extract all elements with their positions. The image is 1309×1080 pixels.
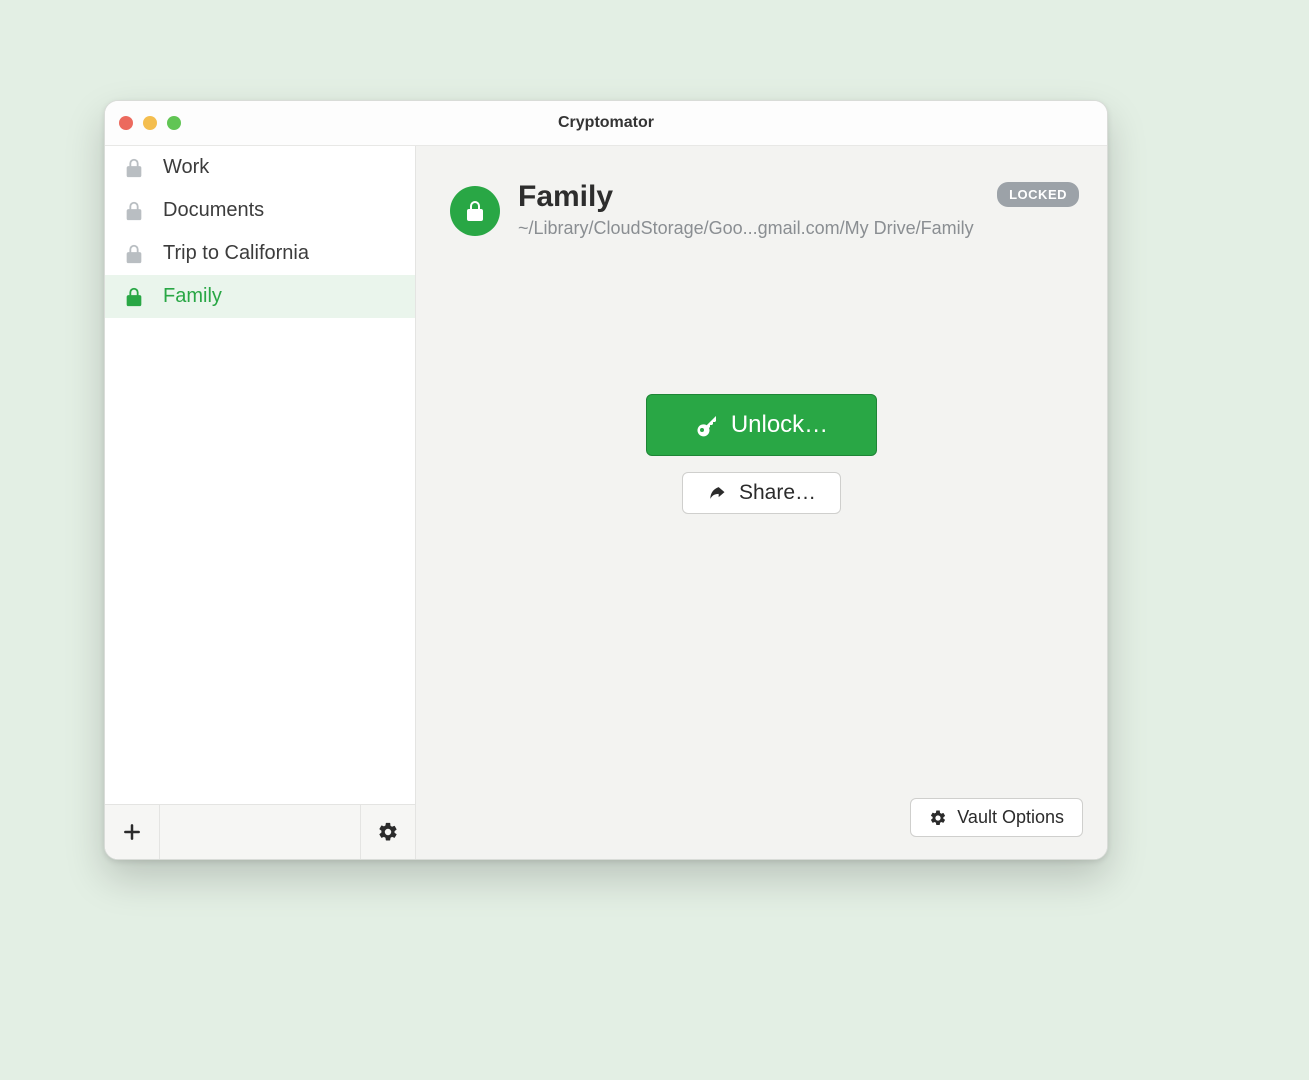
sidebar-item-label: Trip to California [163,242,309,265]
lock-icon [463,199,487,223]
zoom-window-button[interactable] [167,116,181,130]
status-badge: LOCKED [997,182,1079,207]
lock-icon [123,243,145,265]
vault-options-button[interactable]: Vault Options [910,798,1083,837]
sidebar-item-vault[interactable]: Documents [105,189,415,232]
lock-icon [123,157,145,179]
share-button[interactable]: Share… [682,472,841,514]
preferences-button[interactable] [361,805,415,859]
gear-icon [929,809,947,827]
center-actions: Unlock… Share… [416,394,1107,514]
titlebar: Cryptomator [105,101,1107,146]
sidebar-item-label: Work [163,156,209,179]
vault-header: Family ~/Library/CloudStorage/Goo...gmai… [416,146,1107,239]
add-vault-button[interactable] [105,805,160,859]
sidebar-item-label: Family [163,285,222,308]
vault-options-label: Vault Options [957,807,1064,828]
sidebar-item-vault[interactable]: Family [105,275,415,318]
vault-title: Family [518,180,979,214]
gear-icon [377,821,399,843]
window-title: Cryptomator [558,114,654,132]
key-icon [695,413,719,437]
sidebar-item-vault[interactable]: Work [105,146,415,189]
share-icon [707,483,727,503]
share-button-label: Share… [739,481,816,505]
vault-path: ~/Library/CloudStorage/Goo...gmail.com/M… [518,218,979,239]
lock-icon [123,200,145,222]
sidebar: Work Documents Trip to California Family [105,146,416,859]
window-controls [119,101,181,145]
sidebar-item-vault[interactable]: Trip to California [105,232,415,275]
detail-pane: Family ~/Library/CloudStorage/Goo...gmai… [416,146,1107,859]
app-window: Cryptomator Work Documents Trip to Califor… [104,100,1108,860]
sidebar-item-label: Documents [163,199,264,222]
unlock-button-label: Unlock… [731,411,828,439]
plus-icon [122,822,142,842]
sidebar-footer [105,804,415,859]
window-body: Work Documents Trip to California Family [105,146,1107,859]
vault-header-text: Family ~/Library/CloudStorage/Goo...gmai… [518,180,979,239]
minimize-window-button[interactable] [143,116,157,130]
sidebar-footer-spacer [160,805,361,859]
unlock-button[interactable]: Unlock… [646,394,877,456]
close-window-button[interactable] [119,116,133,130]
bottom-right-actions: Vault Options [910,798,1083,837]
vault-list: Work Documents Trip to California Family [105,146,415,804]
lock-icon [123,286,145,308]
vault-status-icon [450,186,500,236]
